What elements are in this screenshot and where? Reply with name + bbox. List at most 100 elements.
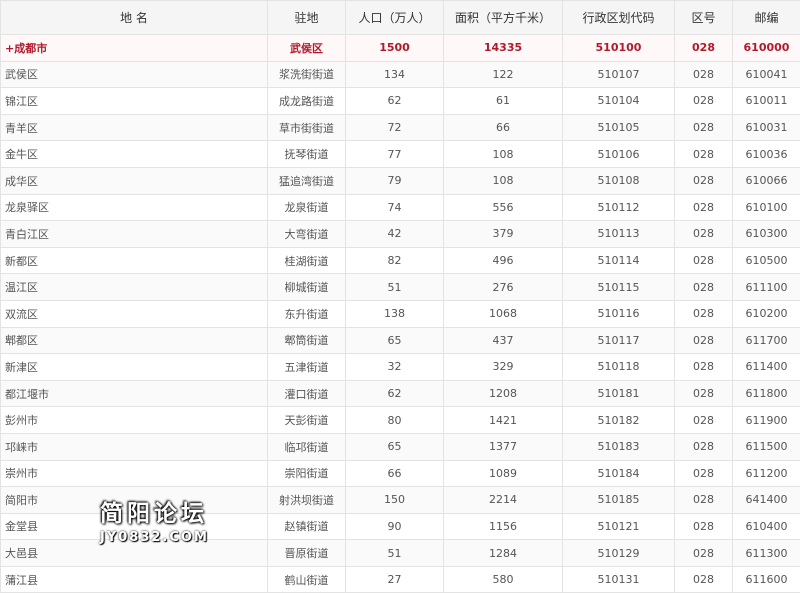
cell-population: 65 xyxy=(345,432,444,461)
cell-area-code: 028 xyxy=(674,273,733,301)
cell-area-code: 028 xyxy=(674,486,733,514)
cell-postcode: 610036 xyxy=(732,140,800,168)
table-row: 温江区 柳城街道 51 276 510115 028 611100 xyxy=(0,273,800,301)
cell-division-code: 510117 xyxy=(562,326,675,355)
cell-seat: 郫筒街道 xyxy=(267,326,346,355)
cell-seat: 成龙路街道 xyxy=(267,87,346,115)
cell-postcode: 610100 xyxy=(732,193,800,222)
cell-division-code: 510182 xyxy=(562,406,675,434)
cell-seat: 柳城街道 xyxy=(267,273,346,301)
cell-seat: 抚琴街道 xyxy=(267,140,346,168)
cell-area: 2214 xyxy=(443,486,563,514)
header-name: 地 名 xyxy=(0,0,268,35)
cell-area-code: 028 xyxy=(674,539,733,567)
cell-name: 青羊区 xyxy=(0,113,268,142)
cell-postcode: 610400 xyxy=(732,512,800,541)
table-row: 彭州市 天彭街道 80 1421 510182 028 611900 xyxy=(0,406,800,434)
cell-population: 32 xyxy=(345,353,444,381)
cell-population: 134 xyxy=(345,60,444,89)
cell-seat: 赵镇街道 xyxy=(267,512,346,541)
cell-postcode: 611300 xyxy=(732,539,800,567)
cell-area-code: 028 xyxy=(674,379,733,408)
cell-population: 90 xyxy=(345,512,444,541)
cell-population: 51 xyxy=(345,539,444,567)
cell-area-code: 028 xyxy=(674,246,733,275)
cell-area-code: 028 xyxy=(674,353,733,381)
table-row: 青羊区 草市街街道 72 66 510105 028 610031 xyxy=(0,113,800,142)
cell-area: 1068 xyxy=(443,299,563,328)
cell-seat: 灌口街道 xyxy=(267,379,346,408)
cell-area: 61 xyxy=(443,87,563,115)
table-row: 金牛区 抚琴街道 77 108 510106 028 610036 xyxy=(0,140,800,168)
cell-division-code: 510131 xyxy=(562,565,675,594)
cell-area: 1377 xyxy=(443,432,563,461)
table-row: 都江堰市 灌口街道 62 1208 510181 028 611800 xyxy=(0,379,800,408)
city-data-table: 地 名 驻地 人口（万人） 面积（平方千米） 行政区划代码 区号 邮编 +成都市… xyxy=(0,0,800,594)
cell-division-code: 510181 xyxy=(562,379,675,408)
table-row: 简阳市 射洪坝街道 150 2214 510185 028 641400 xyxy=(0,486,800,514)
table-row: 龙泉驿区 龙泉街道 74 556 510112 028 610100 xyxy=(0,193,800,222)
cell-name: 锦江区 xyxy=(0,87,268,115)
cell-seat: 东升街道 xyxy=(267,299,346,328)
cell-postcode: 610041 xyxy=(732,60,800,89)
cell-area: 556 xyxy=(443,193,563,222)
cell-postcode: 611400 xyxy=(732,353,800,381)
table-body: +成都市 武侯区 1500 14335 510100 028 610000 武侯区 浆洗街街道 1… xyxy=(0,34,800,594)
cell-division-code: 510183 xyxy=(562,432,675,461)
cell-area-code: 028 xyxy=(674,512,733,541)
cell-name: 双流区 xyxy=(0,299,268,328)
cell-name: 青白江区 xyxy=(0,220,268,248)
cell-population: 65 xyxy=(345,326,444,355)
cell-division-code: 510185 xyxy=(562,486,675,514)
table-row: 金堂县 赵镇街道 90 1156 510121 028 610400 xyxy=(0,512,800,541)
table-header-row: 地 名 驻地 人口（万人） 面积（平方千米） 行政区划代码 区号 邮编 xyxy=(0,0,800,35)
cell-name[interactable]: +成都市 xyxy=(0,34,268,62)
cell-seat: 猛追湾街道 xyxy=(267,166,346,195)
cell-seat: 晋原街道 xyxy=(267,539,346,567)
cell-division-code: 510118 xyxy=(562,353,675,381)
table-row: 新津区 五津街道 32 329 510118 028 611400 xyxy=(0,353,800,381)
cell-area-code: 028 xyxy=(674,87,733,115)
header-population: 人口（万人） xyxy=(345,0,444,35)
cell-division-code: 510115 xyxy=(562,273,675,301)
cell-population: 82 xyxy=(345,246,444,275)
cell-area-code: 028 xyxy=(674,193,733,222)
header-area: 面积（平方千米） xyxy=(443,0,563,35)
cell-area: 66 xyxy=(443,113,563,142)
cell-postcode: 610500 xyxy=(732,246,800,275)
cell-postcode: 641400 xyxy=(732,486,800,514)
cell-name: 崇州市 xyxy=(0,459,268,488)
table-row: 成华区 猛追湾街道 79 108 510108 028 610066 xyxy=(0,166,800,195)
cell-area-code: 028 xyxy=(674,459,733,488)
cell-name: 彭州市 xyxy=(0,406,268,434)
cell-name: 武侯区 xyxy=(0,60,268,89)
table-row: 崇州市 崇阳街道 66 1089 510184 028 611200 xyxy=(0,459,800,488)
cell-area: 1284 xyxy=(443,539,563,567)
cell-area-code: 028 xyxy=(674,432,733,461)
cell-division-code: 510112 xyxy=(562,193,675,222)
table-row: 青白江区 大弯街道 42 379 510113 028 610300 xyxy=(0,220,800,248)
cell-seat: 崇阳街道 xyxy=(267,459,346,488)
cell-population: 51 xyxy=(345,273,444,301)
cell-area: 276 xyxy=(443,273,563,301)
table-row-city[interactable]: +成都市 武侯区 1500 14335 510100 028 610000 xyxy=(0,34,800,62)
cell-name: 龙泉驿区 xyxy=(0,193,268,222)
cell-population: 42 xyxy=(345,220,444,248)
cell-division-code: 510107 xyxy=(562,60,675,89)
cell-area: 329 xyxy=(443,353,563,381)
cell-area: 1421 xyxy=(443,406,563,434)
cell-postcode: 610300 xyxy=(732,220,800,248)
cell-area-code: 028 xyxy=(674,140,733,168)
cell-population: 66 xyxy=(345,459,444,488)
header-seat: 驻地 xyxy=(267,0,346,35)
cell-population: 62 xyxy=(345,87,444,115)
cell-area-code: 028 xyxy=(674,220,733,248)
table-row: 双流区 东升街道 138 1068 510116 028 610200 xyxy=(0,299,800,328)
cell-seat: 射洪坝街道 xyxy=(267,486,346,514)
cell-area-code: 028 xyxy=(674,166,733,195)
cell-postcode: 611100 xyxy=(732,273,800,301)
cell-area: 437 xyxy=(443,326,563,355)
cell-name: 成华区 xyxy=(0,166,268,195)
cell-postcode: 610000 xyxy=(732,34,800,62)
cell-population: 79 xyxy=(345,166,444,195)
